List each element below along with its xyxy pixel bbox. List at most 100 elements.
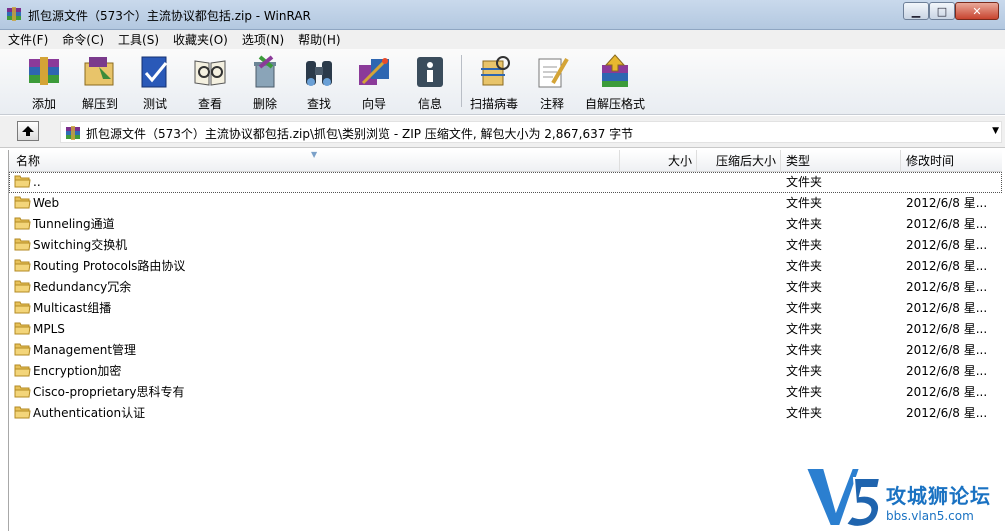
path-text: 抓包源文件（573个）主流协议都包括.zip\抓包\类别浏览 - ZIP 压缩文… bbox=[86, 127, 634, 141]
file-rows: .. 文件夹 Web 文件夹 2012/6/8 星... Tunneling通道 文件夹 20… bbox=[9, 172, 1002, 424]
file-type-cell: 文件夹 bbox=[786, 385, 823, 399]
list-header: 名称 ▼ 大小 压缩后大小 类型 修改时间 bbox=[9, 150, 1002, 172]
maximize-button[interactable]: □ bbox=[929, 2, 955, 20]
extract-to-button[interactable]: 解压到 bbox=[73, 53, 127, 111]
minimize-button[interactable]: ▁ bbox=[903, 2, 929, 20]
file-name: Management管理 bbox=[33, 343, 137, 357]
file-name: Switching交换机 bbox=[33, 238, 128, 252]
view-button[interactable]: 查看 bbox=[183, 53, 237, 111]
column-header-size[interactable]: 大小 bbox=[620, 150, 697, 172]
table-row[interactable]: Routing Protocols路由协议 文件夹 2012/6/8 星... bbox=[9, 256, 1002, 277]
table-row[interactable]: Management管理 文件夹 2012/6/8 星... bbox=[9, 340, 1002, 361]
file-name: MPLS bbox=[33, 322, 65, 336]
menu-bar: 文件(F) 命令(C) 工具(S) 收藏夹(O) 选项(N) 帮助(H) bbox=[0, 30, 1005, 49]
view-icon bbox=[194, 60, 226, 86]
file-modified-cell bbox=[906, 172, 1001, 193]
file-name-cell: Redundancy冗余 bbox=[14, 277, 614, 298]
file-name-cell: Tunneling通道 bbox=[14, 214, 614, 235]
up-arrow-icon bbox=[22, 126, 34, 136]
wizard-icon bbox=[359, 58, 389, 85]
extract-to-icon bbox=[84, 57, 114, 86]
folder-icon bbox=[14, 343, 31, 356]
virus-scan-icon bbox=[481, 56, 510, 86]
column-type-label: 类型 bbox=[786, 154, 811, 168]
file-name-cell: Authentication认证 bbox=[14, 403, 614, 424]
table-row[interactable]: .. 文件夹 bbox=[9, 172, 1002, 193]
sfx-button[interactable]: 自解压格式 bbox=[585, 53, 645, 111]
wizard-button[interactable]: 向导 bbox=[347, 53, 401, 111]
wizard-label: 向导 bbox=[361, 97, 386, 111]
column-header-modified[interactable]: 修改时间 bbox=[901, 150, 1003, 172]
file-type-cell: 文件夹 bbox=[786, 259, 823, 273]
menu-tools[interactable]: 工具(S) bbox=[118, 31, 159, 48]
delete-button[interactable]: 删除 bbox=[238, 53, 292, 111]
info-button[interactable]: 信息 bbox=[403, 53, 457, 111]
add-button[interactable]: 添加 bbox=[17, 53, 71, 111]
virus-scan-button[interactable]: 扫描病毒 bbox=[467, 53, 521, 111]
folder-icon bbox=[14, 301, 31, 314]
file-type-cell: 文件夹 bbox=[786, 217, 823, 231]
menu-file[interactable]: 文件(F) bbox=[8, 31, 48, 48]
column-header-type[interactable]: 类型 bbox=[781, 150, 901, 172]
menu-favorites[interactable]: 收藏夹(O) bbox=[173, 31, 228, 48]
file-modified-cell: 2012/6/8 星... bbox=[906, 385, 988, 399]
file-name-cell: Web bbox=[14, 193, 614, 214]
table-row[interactable]: Cisco-proprietary思科专有 文件夹 2012/6/8 星... bbox=[9, 382, 1002, 403]
file-name-cell: Cisco-proprietary思科专有 bbox=[14, 382, 614, 403]
table-row[interactable]: Switching交换机 文件夹 2012/6/8 星... bbox=[9, 235, 1002, 256]
file-name: Redundancy冗余 bbox=[33, 280, 132, 294]
find-button[interactable]: 查找 bbox=[292, 53, 346, 111]
info-icon bbox=[417, 57, 443, 87]
file-type-cell: 文件夹 bbox=[786, 196, 823, 210]
file-name-cell: Multicast组播 bbox=[14, 298, 614, 319]
title-bar: 抓包源文件（573个）主流协议都包括.zip - WinRAR ▁ □ ✕ bbox=[0, 0, 1005, 30]
file-name-cell: Management管理 bbox=[14, 340, 614, 361]
table-row[interactable]: Authentication认证 文件夹 2012/6/8 星... bbox=[9, 403, 1002, 424]
delete-label: 删除 bbox=[252, 97, 277, 111]
menu-options[interactable]: 选项(N) bbox=[242, 31, 284, 48]
table-row[interactable]: Encryption加密 文件夹 2012/6/8 星... bbox=[9, 361, 1002, 382]
chevron-down-icon[interactable]: ▼ bbox=[992, 126, 999, 136]
table-row[interactable]: Redundancy冗余 文件夹 2012/6/8 星... bbox=[9, 277, 1002, 298]
comment-icon bbox=[538, 57, 569, 88]
watermark-url: bbs.vlan5.com bbox=[886, 509, 974, 523]
file-type-cell: 文件夹 bbox=[786, 301, 823, 315]
file-type-cell: 文件夹 bbox=[786, 175, 823, 189]
table-row[interactable]: Tunneling通道 文件夹 2012/6/8 星... bbox=[9, 214, 1002, 235]
table-row[interactable]: MPLS 文件夹 2012/6/8 星... bbox=[9, 319, 1002, 340]
comment-label: 注释 bbox=[539, 97, 564, 111]
folder-icon bbox=[14, 175, 31, 188]
table-row[interactable]: Multicast组播 文件夹 2012/6/8 星... bbox=[9, 298, 1002, 319]
file-modified-cell: 2012/6/8 星... bbox=[906, 238, 988, 252]
file-modified-cell: 2012/6/8 星... bbox=[906, 196, 988, 210]
sfx-label: 自解压格式 bbox=[585, 97, 646, 111]
comment-button[interactable]: 注释 bbox=[525, 53, 579, 111]
file-modified-cell: 2012/6/8 星... bbox=[906, 280, 988, 294]
folder-icon bbox=[14, 322, 31, 335]
find-binoculars-icon bbox=[306, 61, 332, 86]
file-modified-cell: 2012/6/8 星... bbox=[906, 364, 988, 378]
archive-icon bbox=[66, 126, 80, 140]
test-button[interactable]: 测试 bbox=[128, 53, 182, 111]
test-icon bbox=[141, 56, 168, 88]
menu-help[interactable]: 帮助(H) bbox=[298, 31, 340, 48]
delete-icon bbox=[254, 55, 276, 88]
virus-scan-label: 扫描病毒 bbox=[469, 97, 518, 111]
column-size-label: 大小 bbox=[667, 154, 692, 168]
file-name: Cisco-proprietary思科专有 bbox=[33, 385, 185, 399]
file-type-cell: 文件夹 bbox=[786, 238, 823, 252]
column-packed-label: 压缩后大小 bbox=[715, 154, 776, 168]
folder-icon bbox=[14, 406, 31, 419]
up-folder-button[interactable] bbox=[17, 121, 39, 141]
column-header-packed[interactable]: 压缩后大小 bbox=[697, 150, 781, 172]
view-label: 查看 bbox=[197, 97, 222, 111]
table-row[interactable]: Web 文件夹 2012/6/8 星... bbox=[9, 193, 1002, 214]
file-modified-cell: 2012/6/8 星... bbox=[906, 217, 988, 231]
close-button[interactable]: ✕ bbox=[955, 2, 999, 20]
file-type-cell: 文件夹 bbox=[786, 343, 823, 357]
find-label: 查找 bbox=[306, 97, 331, 111]
file-name-cell: Switching交换机 bbox=[14, 235, 614, 256]
menu-commands[interactable]: 命令(C) bbox=[62, 31, 104, 48]
path-field[interactable]: 抓包源文件（573个）主流协议都包括.zip\抓包\类别浏览 - ZIP 压缩文… bbox=[60, 121, 1002, 143]
file-modified-cell: 2012/6/8 星... bbox=[906, 259, 988, 273]
